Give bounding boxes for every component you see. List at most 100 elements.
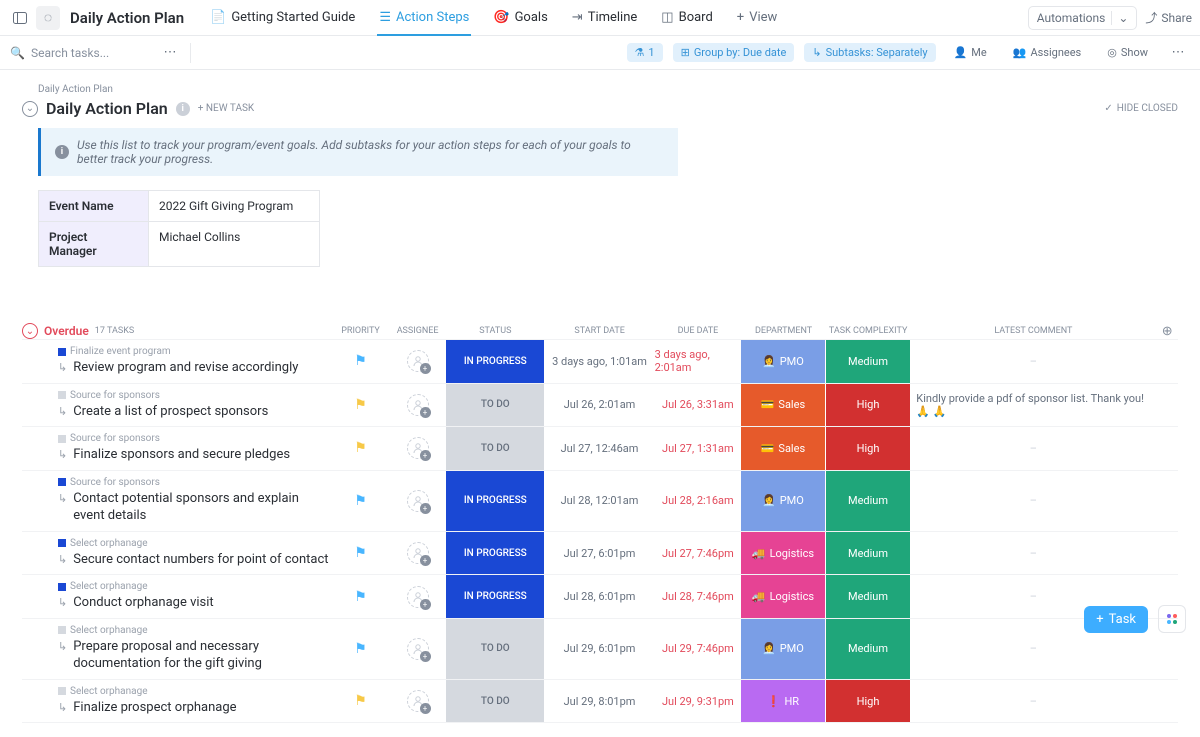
start-date[interactable]: Jul 27, 12:46am — [561, 442, 639, 455]
overflow-icon[interactable]: ⋯ — [1166, 41, 1190, 65]
col-due-date[interactable]: DUE DATE — [655, 326, 742, 336]
start-date[interactable]: Jul 28, 6:01pm — [564, 590, 636, 603]
department-pill[interactable]: 💳Sales — [741, 384, 826, 427]
complexity-pill[interactable]: Medium — [826, 575, 911, 618]
show-chip[interactable]: ◎ Show — [1099, 43, 1156, 62]
search-input[interactable]: 🔍 Search tasks... — [10, 46, 150, 60]
complexity-pill[interactable]: High — [826, 384, 911, 427]
start-date[interactable]: Jul 27, 6:01pm — [564, 547, 636, 560]
new-task-fab[interactable]: + Task — [1084, 606, 1148, 633]
status-pill[interactable]: IN PROGRESS — [446, 575, 544, 618]
col-priority[interactable]: PRIORITY — [332, 326, 389, 336]
apps-fab[interactable] — [1158, 605, 1186, 633]
priority-flag-icon[interactable]: ⚑ — [354, 589, 367, 605]
tab-goals[interactable]: 🎯 Goals — [483, 0, 557, 36]
task-row[interactable]: Select orphanage ↳ Finalize prospect orp… — [22, 679, 1178, 724]
assignee-placeholder[interactable] — [407, 586, 429, 608]
status-pill[interactable]: IN PROGRESS — [446, 471, 544, 531]
col-assignee[interactable]: ASSIGNEE — [389, 326, 446, 336]
department-pill[interactable]: 🚚Logistics — [741, 575, 826, 618]
priority-flag-icon[interactable]: ⚑ — [354, 353, 367, 369]
department-pill[interactable]: 🚚Logistics — [741, 532, 826, 575]
assignee-placeholder[interactable] — [407, 490, 429, 512]
latest-comment[interactable]: – — [910, 471, 1156, 531]
department-pill[interactable]: 💳Sales — [741, 427, 826, 470]
priority-flag-icon[interactable]: ⚑ — [354, 545, 367, 561]
filter-count-chip[interactable]: ⚗ 1 — [627, 43, 663, 62]
automations-button[interactable]: Automations ⌄ — [1028, 6, 1138, 30]
task-row[interactable]: Source for sponsors ↳ Finalize sponsors … — [22, 426, 1178, 470]
tab-getting-started[interactable]: 📄 Getting Started Guide — [200, 0, 365, 36]
collapse-toggle-icon[interactable]: ⌄ — [22, 101, 38, 117]
sidebar-toggle-icon[interactable] — [8, 6, 32, 30]
task-row[interactable]: Select orphanage ↳ Prepare proposal and … — [22, 618, 1178, 679]
col-status[interactable]: STATUS — [446, 326, 544, 336]
status-pill[interactable]: TO DO — [446, 680, 544, 723]
due-date[interactable]: Jul 28, 2:16am — [662, 494, 734, 507]
col-complexity[interactable]: TASK COMPLEXITY — [826, 326, 911, 336]
task-row[interactable]: Finalize event program ↳ Review program … — [22, 339, 1178, 383]
priority-flag-icon[interactable]: ⚑ — [354, 693, 367, 709]
due-date[interactable]: Jul 27, 7:46pm — [662, 547, 734, 560]
assignee-placeholder[interactable] — [407, 542, 429, 564]
tab-board[interactable]: ◫ Board — [651, 0, 723, 36]
group-name[interactable]: Overdue — [44, 324, 89, 338]
me-chip[interactable]: 👤 Me — [946, 43, 995, 62]
latest-comment[interactable]: – — [910, 532, 1156, 575]
assignees-chip[interactable]: 👥 Assignees — [1005, 43, 1090, 62]
priority-flag-icon[interactable]: ⚑ — [354, 493, 367, 509]
department-pill[interactable]: 👩‍💼PMO — [741, 340, 826, 383]
subtasks-chip[interactable]: ↳ Subtasks: Separately — [804, 43, 935, 62]
due-date[interactable]: Jul 27, 1:31am — [662, 442, 734, 455]
assignee-placeholder[interactable] — [407, 437, 429, 459]
info-icon[interactable]: i — [176, 102, 190, 116]
group-collapse-icon[interactable]: ⌄ — [22, 323, 38, 339]
list-icon[interactable]: ◌ — [36, 6, 60, 30]
latest-comment[interactable]: Kindly provide a pdf of sponsor list. Th… — [910, 384, 1156, 427]
latest-comment[interactable]: – — [910, 340, 1156, 383]
col-comment[interactable]: LATEST COMMENT — [910, 326, 1156, 336]
add-column-icon[interactable]: ⊕ — [1156, 324, 1178, 339]
page-title: Daily Action Plan — [46, 99, 168, 118]
complexity-pill[interactable]: High — [826, 680, 911, 723]
assignee-placeholder[interactable] — [407, 690, 429, 712]
due-date[interactable]: Jul 29, 9:31pm — [662, 695, 734, 708]
group-by-chip[interactable]: ⊞ Group by: Due date — [673, 43, 795, 62]
due-date[interactable]: 3 days ago, 2:01am — [655, 348, 742, 374]
new-task-button[interactable]: + NEW TASK — [198, 103, 254, 114]
task-row[interactable]: Source for sponsors ↳ Contact potential … — [22, 470, 1178, 531]
priority-flag-icon[interactable]: ⚑ — [354, 397, 367, 413]
tab-action-steps[interactable]: ☰ Action Steps — [369, 0, 479, 36]
start-date[interactable]: Jul 29, 8:01pm — [564, 695, 636, 708]
department-pill[interactable]: 👩‍💼PMO — [741, 471, 826, 531]
col-start-date[interactable]: START DATE — [545, 326, 655, 336]
due-date[interactable]: Jul 26, 3:31am — [662, 398, 734, 411]
task-row[interactable]: Select orphanage ↳ Secure contact number… — [22, 531, 1178, 575]
complexity-pill[interactable]: Medium — [826, 340, 911, 383]
due-date[interactable]: Jul 28, 7:46pm — [662, 590, 734, 603]
share-button[interactable]: ⤴ Share — [1145, 9, 1192, 26]
start-date[interactable]: Jul 28, 12:01am — [561, 494, 639, 507]
complexity-pill[interactable]: Medium — [826, 471, 911, 531]
task-row[interactable]: Source for sponsors ↳ Create a list of p… — [22, 383, 1178, 427]
department-pill[interactable]: ❗HR — [741, 680, 826, 723]
priority-flag-icon[interactable]: ⚑ — [354, 440, 367, 456]
start-date[interactable]: Jul 26, 2:01am — [564, 398, 636, 411]
status-pill[interactable]: IN PROGRESS — [446, 532, 544, 575]
latest-comment[interactable]: – — [910, 680, 1156, 723]
task-row[interactable]: Select orphanage ↳ Conduct orphanage vis… — [22, 574, 1178, 618]
status-pill[interactable]: TO DO — [446, 384, 544, 427]
hide-closed-toggle[interactable]: ✓ HIDE CLOSED — [1104, 103, 1178, 114]
latest-comment[interactable]: – — [910, 427, 1156, 470]
col-department[interactable]: DEPARTMENT — [741, 326, 826, 336]
status-pill[interactable]: TO DO — [446, 427, 544, 470]
more-icon[interactable]: ⋯ — [158, 41, 182, 65]
tab-timeline[interactable]: ⇥ Timeline — [562, 0, 648, 36]
complexity-pill[interactable]: Medium — [826, 532, 911, 575]
assignee-placeholder[interactable] — [407, 394, 429, 416]
tab-add-view[interactable]: + View — [727, 0, 788, 36]
complexity-pill[interactable]: High — [826, 427, 911, 470]
status-pill[interactable]: IN PROGRESS — [446, 340, 544, 383]
assignee-placeholder[interactable] — [407, 350, 429, 372]
start-date[interactable]: 3 days ago, 1:01am — [552, 355, 647, 368]
